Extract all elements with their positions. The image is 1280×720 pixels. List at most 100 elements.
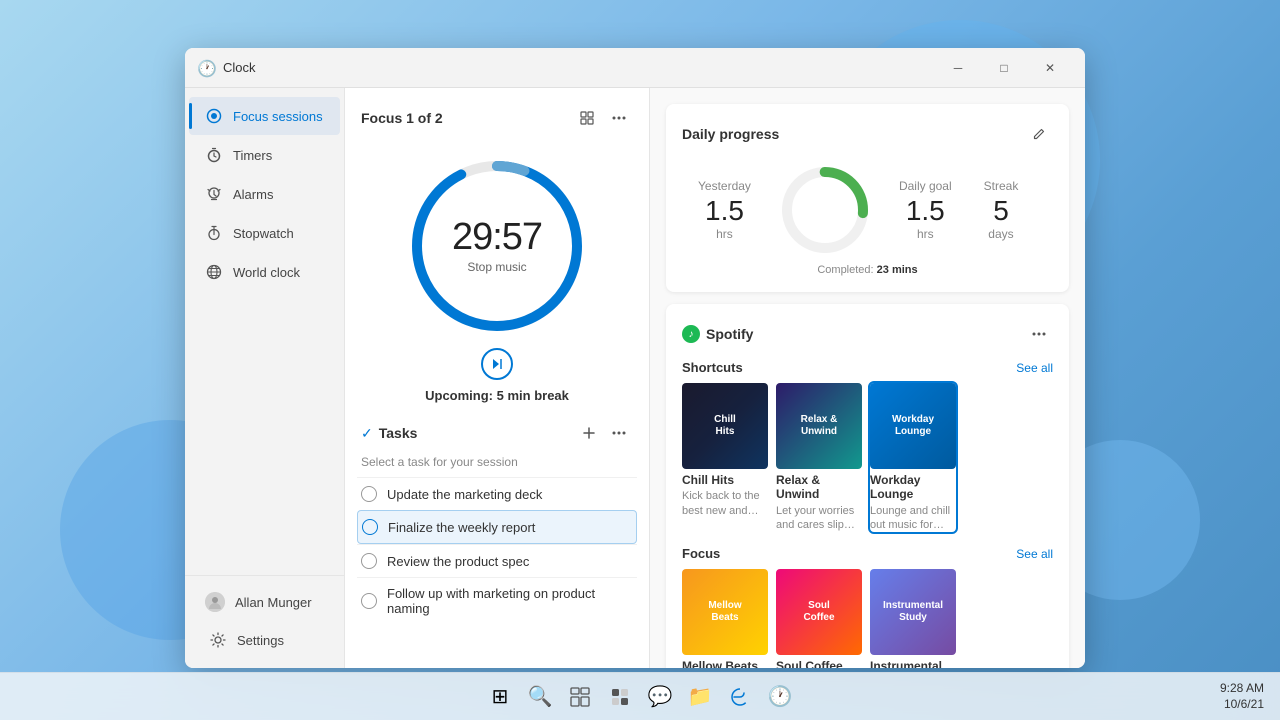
shortcuts-grid: ChillHits Chill Hits Kick back to the be… xyxy=(682,383,1053,532)
goal-stat: Daily goal 1.5 hrs xyxy=(883,179,968,241)
spotify-header: ♪ Spotify xyxy=(682,320,1053,348)
task-radio-4[interactable] xyxy=(361,593,377,609)
music-card-workday[interactable]: WorkdayLounge Workday Lounge Lounge and … xyxy=(870,383,956,532)
workday-lounge-thumb-text: WorkdayLounge xyxy=(888,410,938,442)
task-view-button[interactable] xyxy=(562,679,598,715)
settings-icon xyxy=(209,631,227,649)
alarms-icon xyxy=(205,185,223,203)
tasks-section: ✓ Tasks Select a task for your session xyxy=(345,411,649,624)
music-card-soul[interactable]: SoulCoffee Soul Coffee The tunes to ease… xyxy=(776,569,862,668)
search-button[interactable]: 🔍 xyxy=(522,679,558,715)
focus-session-label: Focus 1 of 2 xyxy=(361,110,443,126)
music-card-mellow[interactable]: MellowBeats Mellow Beats Stay relaxed wi… xyxy=(682,569,768,668)
timer-icon-area: Upcoming: 5 min break xyxy=(425,348,569,403)
taskbar: ⊞ 🔍 💬 📁 🕐 9:28 AM 10/6/21 xyxy=(0,672,1280,720)
add-task-button[interactable] xyxy=(575,419,603,447)
focus-panel: Focus 1 of 2 xyxy=(345,88,650,668)
timers-icon xyxy=(205,146,223,164)
focus-sessions-icon xyxy=(205,107,223,125)
sidebar-item-label: Stopwatch xyxy=(233,226,294,241)
workday-lounge-name: Workday Lounge xyxy=(870,473,956,502)
user-name: Allan Munger xyxy=(235,595,312,610)
sidebar-item-alarms[interactable]: Alarms xyxy=(189,175,340,213)
soul-coffee-name: Soul Coffee xyxy=(776,659,862,668)
timer-display: 29:57 Stop music xyxy=(452,218,542,274)
task-radio-1[interactable] xyxy=(361,486,377,502)
start-button[interactable]: ⊞ xyxy=(482,679,518,715)
progress-stats: Yesterday 1.5 hrs xyxy=(682,160,1053,260)
spotify-more-button[interactable] xyxy=(1025,320,1053,348)
progress-card-header: Daily progress xyxy=(682,120,1053,148)
close-button[interactable]: ✕ xyxy=(1027,52,1073,84)
mellow-beats-thumb-text: MellowBeats xyxy=(704,596,745,628)
soul-coffee-thumbnail: SoulCoffee xyxy=(776,569,862,655)
instrumental-study-thumbnail: InstrumentalStudy xyxy=(870,569,956,655)
focus-header-icons xyxy=(573,104,633,132)
focus-music-label: Focus xyxy=(682,546,720,561)
yesterday-label: Yesterday xyxy=(698,179,751,193)
task-item[interactable]: Update the marketing deck xyxy=(357,477,637,510)
explorer-button[interactable]: 📁 xyxy=(682,679,718,715)
settings-label: Settings xyxy=(237,633,284,648)
widgets-button[interactable] xyxy=(602,679,638,715)
sidebar-item-label: Timers xyxy=(233,148,272,163)
task-radio-3[interactable] xyxy=(361,553,377,569)
shortcuts-label: Shortcuts xyxy=(682,360,743,375)
workday-lounge-desc: Lounge and chill out music for your wor.… xyxy=(870,504,956,533)
streak-stat: Streak 5 days xyxy=(968,179,1035,241)
fullscreen-button[interactable] xyxy=(573,104,601,132)
task-item[interactable]: Review the product spec xyxy=(357,544,637,577)
user-profile[interactable]: Allan Munger xyxy=(189,584,340,620)
tasks-subtitle: Select a task for your session xyxy=(357,455,637,477)
yesterday-value: 1.5 xyxy=(698,197,751,225)
goal-unit: hrs xyxy=(899,227,952,241)
relax-unwind-desc: Let your worries and cares slip away... xyxy=(776,504,862,533)
tasks-check-icon: ✓ xyxy=(361,425,373,442)
right-panel: Daily progress Yesterday 1.5 hrs xyxy=(650,88,1085,668)
task-text-1: Update the marketing deck xyxy=(387,487,542,502)
edge-button[interactable] xyxy=(722,679,758,715)
music-card-chill[interactable]: ChillHits Chill Hits Kick back to the be… xyxy=(682,383,768,532)
soul-coffee-thumb-text: SoulCoffee xyxy=(799,596,838,628)
goal-label: Daily goal xyxy=(899,179,952,193)
skip-button[interactable] xyxy=(481,348,513,380)
stop-music-label: Stop music xyxy=(452,260,542,274)
task-item[interactable]: Follow up with marketing on product nami… xyxy=(357,577,637,624)
chill-hits-thumb-text: ChillHits xyxy=(710,410,740,442)
music-card-relax[interactable]: Relax &Unwind Relax & Unwind Let your wo… xyxy=(776,383,862,532)
spotify-card: ♪ Spotify Shortcuts See all xyxy=(666,304,1069,668)
timer-circle: 29:57 Stop music xyxy=(407,156,587,336)
settings-item[interactable]: Settings xyxy=(193,621,336,659)
maximize-button[interactable]: □ xyxy=(981,52,1027,84)
music-card-instrumental[interactable]: InstrumentalStudy Instrumental Study A s… xyxy=(870,569,956,668)
task-item-selected[interactable]: Finalize the weekly report xyxy=(357,510,637,544)
edit-progress-button[interactable] xyxy=(1025,120,1053,148)
chat-button[interactable]: 💬 xyxy=(642,679,678,715)
sidebar-item-stopwatch[interactable]: Stopwatch xyxy=(189,214,340,252)
task-radio-2[interactable] xyxy=(362,519,378,535)
mellow-beats-thumbnail: MellowBeats xyxy=(682,569,768,655)
task-text-4: Follow up with marketing on product nami… xyxy=(387,586,633,616)
focus-grid: MellowBeats Mellow Beats Stay relaxed wi… xyxy=(682,569,1053,668)
relax-unwind-name: Relax & Unwind xyxy=(776,473,862,502)
more-options-button[interactable] xyxy=(605,104,633,132)
timer-time: 29:57 xyxy=(452,218,542,256)
progress-title: Daily progress xyxy=(682,126,779,142)
tasks-more-button[interactable] xyxy=(605,419,633,447)
sidebar-nav: Focus sessions Timers Alarms xyxy=(185,96,344,575)
sidebar-item-world-clock[interactable]: World clock xyxy=(189,253,340,291)
clock-time: 9:28 AM xyxy=(1220,681,1264,697)
workday-lounge-thumbnail: WorkdayLounge xyxy=(870,383,956,469)
spotify-logo: ♪ Spotify xyxy=(682,325,753,343)
focus-header: Focus 1 of 2 xyxy=(345,88,649,140)
clock-app-button[interactable]: 🕐 xyxy=(762,679,798,715)
streak-value: 5 xyxy=(984,197,1019,225)
sidebar-item-focus-sessions[interactable]: Focus sessions xyxy=(189,97,340,135)
focus-see-all[interactable]: See all xyxy=(1016,547,1053,561)
instrumental-study-thumb-text: InstrumentalStudy xyxy=(879,596,947,628)
shortcuts-see-all[interactable]: See all xyxy=(1016,361,1053,375)
sidebar-item-timers[interactable]: Timers xyxy=(189,136,340,174)
minimize-button[interactable]: ─ xyxy=(935,52,981,84)
task-text-2: Finalize the weekly report xyxy=(388,520,535,535)
app-icon: 🕐 xyxy=(197,59,215,77)
